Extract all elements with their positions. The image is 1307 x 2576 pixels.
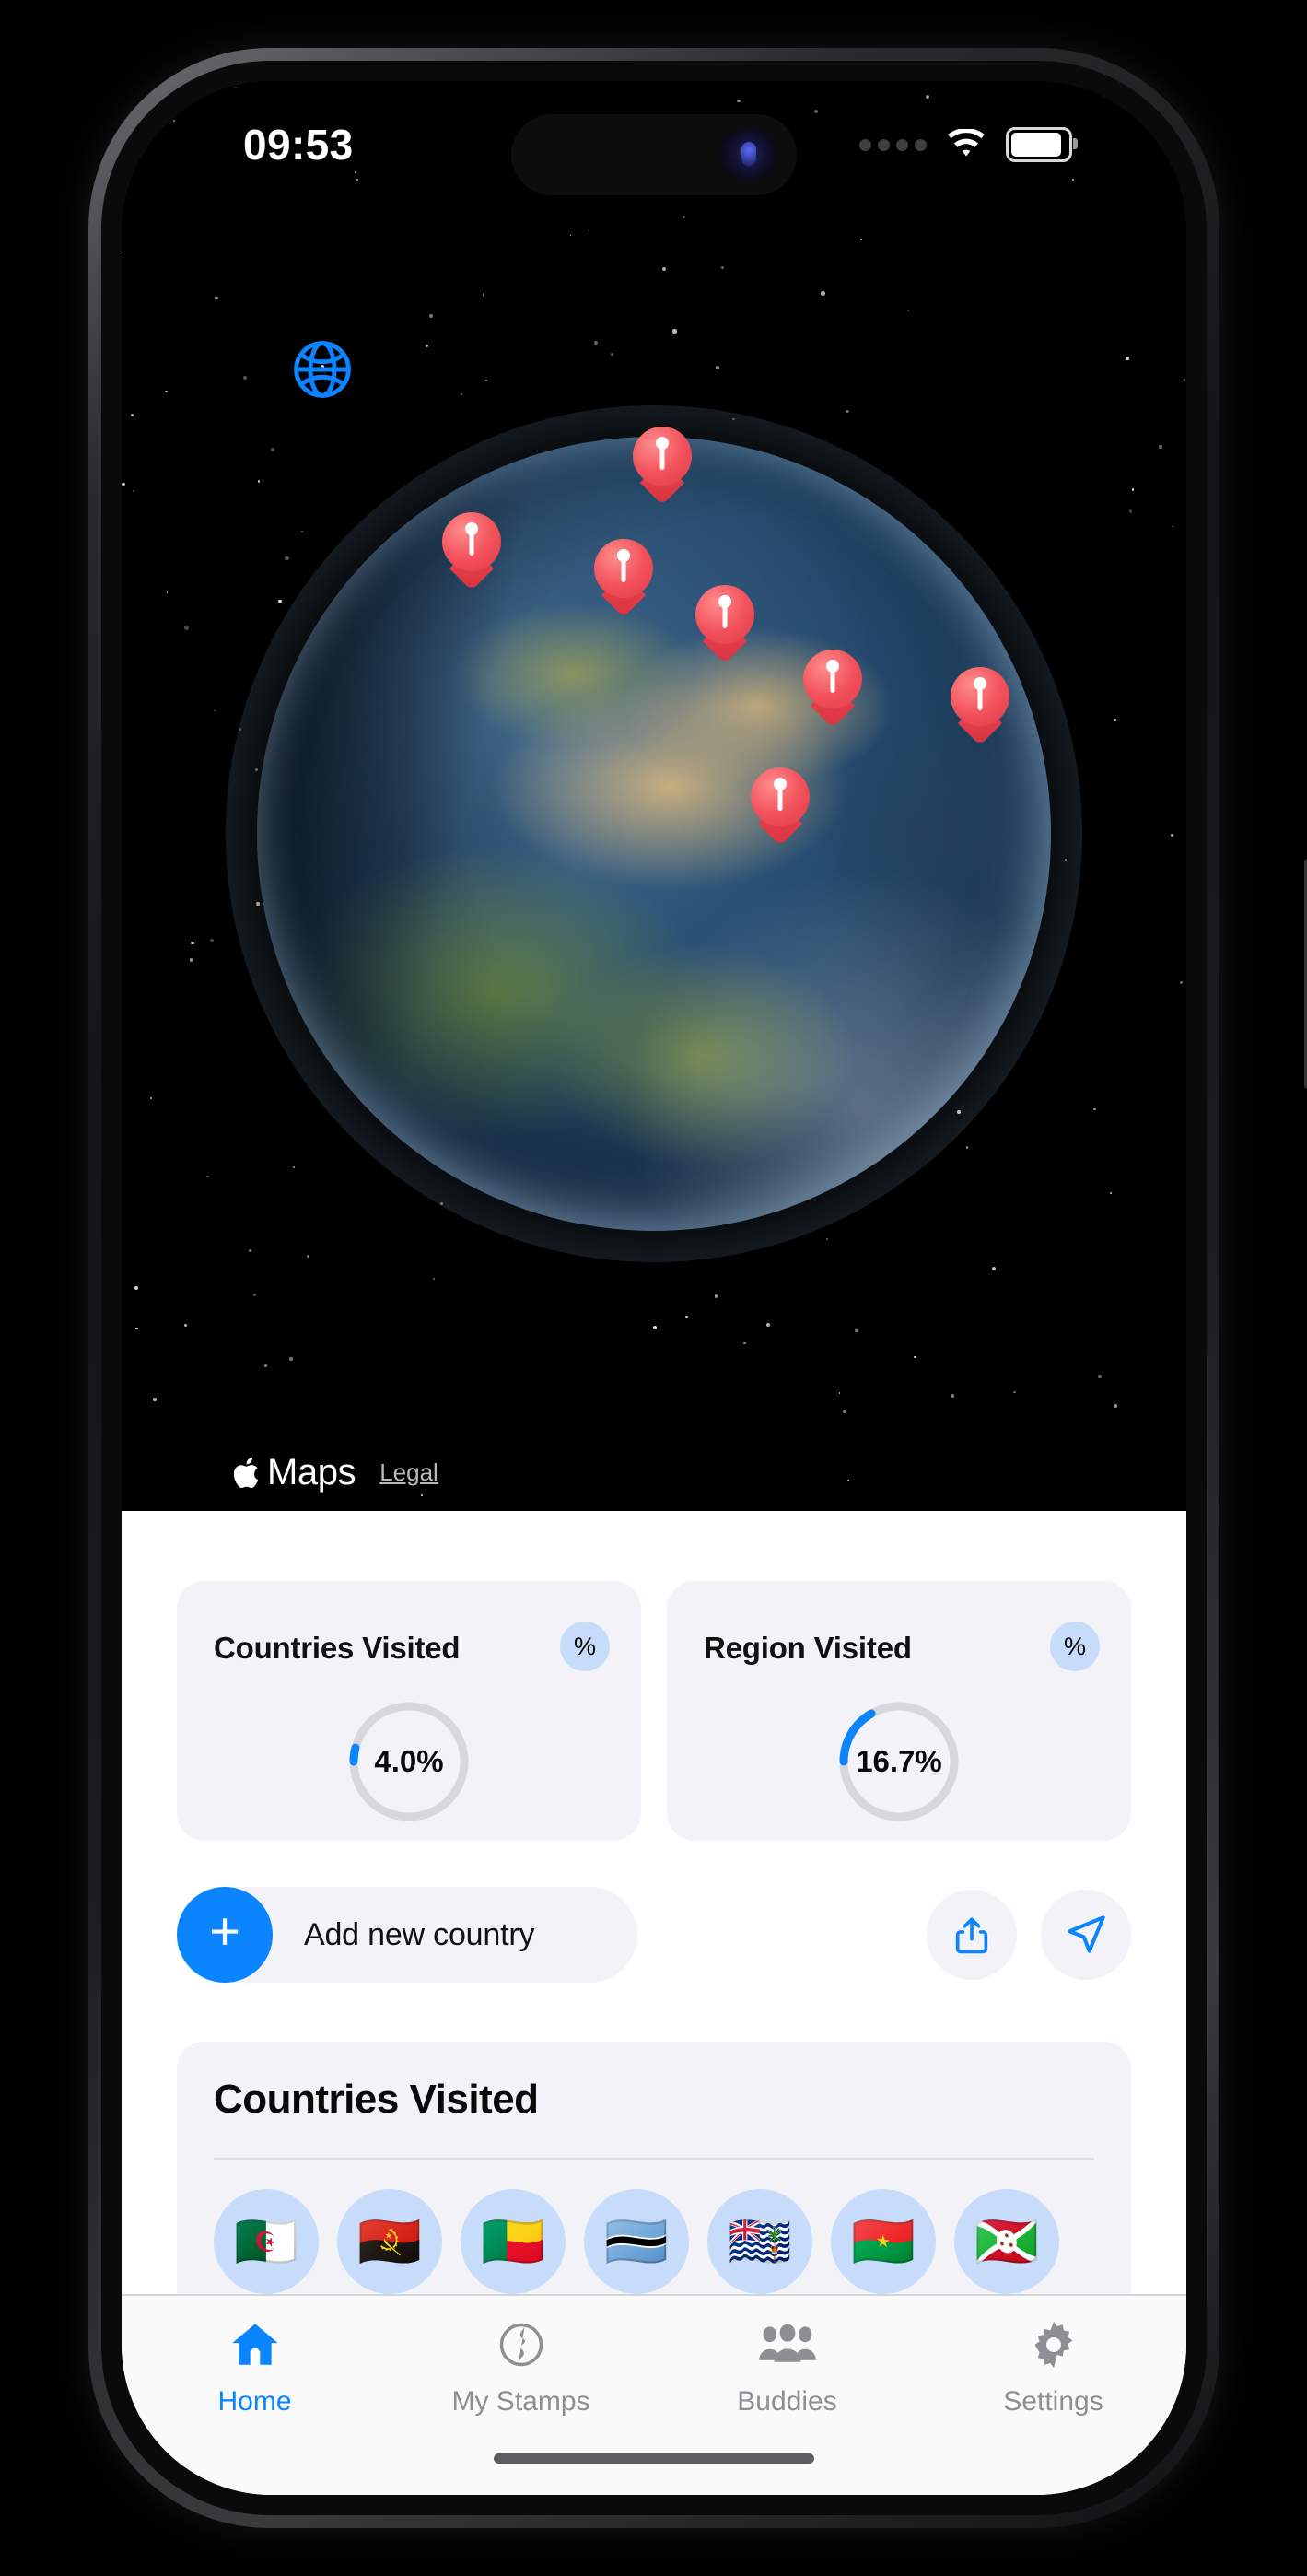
- percent-badge-icon: %: [1050, 1622, 1100, 1671]
- stats-cards: Countries Visited % 4.0% Region Visited …: [177, 1581, 1131, 1841]
- cellular-dots-icon: [859, 138, 927, 151]
- people-icon: [758, 2316, 817, 2373]
- apple-maps-logo: Maps: [232, 1452, 356, 1493]
- legal-link[interactable]: Legal: [379, 1458, 438, 1487]
- status-bar: 09:53: [122, 81, 1186, 210]
- add-new-country-button[interactable]: + Add new country: [177, 1887, 637, 1983]
- globe-icon: [496, 2316, 547, 2373]
- flag-british-indian-ocean-territory[interactable]: 🇮🇴: [707, 2189, 812, 2294]
- map-pin-icon[interactable]: [442, 512, 501, 591]
- tab-settings[interactable]: Settings: [920, 2316, 1186, 2418]
- tab-bar: Home My Stamps Buddies Settings: [122, 2294, 1186, 2495]
- gear-icon: [1027, 2316, 1080, 2373]
- status-indicators: [859, 127, 1078, 162]
- map-view[interactable]: Maps Legal: [122, 81, 1186, 1511]
- flag-angola[interactable]: 🇦🇴: [337, 2189, 442, 2294]
- tab-buddies[interactable]: Buddies: [654, 2316, 920, 2418]
- phone-screen: Maps Legal 09:53 Countries Visited % 4.0…: [122, 81, 1186, 2495]
- stat-card-regions[interactable]: Region Visited % 16.7%: [667, 1581, 1131, 1841]
- front-camera-icon: [720, 125, 777, 182]
- tab-my-stamps[interactable]: My Stamps: [388, 2316, 654, 2418]
- flag-burundi[interactable]: 🇧🇮: [954, 2189, 1059, 2294]
- status-time: 09:53: [243, 121, 354, 169]
- navigate-arrow-icon: [1068, 1915, 1105, 1953]
- content-sheet: Countries Visited % 4.0% Region Visited …: [122, 1511, 1186, 2495]
- action-row: + Add new country: [177, 1887, 1131, 1983]
- stat-value: 16.7%: [856, 1744, 942, 1778]
- house-icon: [228, 2316, 283, 2373]
- wifi-icon: [948, 129, 985, 157]
- countries-visited-title: Countries Visited: [214, 2077, 539, 2122]
- map-pin-icon[interactable]: [594, 539, 653, 618]
- map-pin-icon[interactable]: [695, 585, 754, 664]
- share-icon: [955, 1917, 988, 1954]
- globe-3d[interactable]: [226, 405, 1082, 1262]
- map-attribution: Maps Legal: [232, 1452, 438, 1493]
- section-divider: [214, 2158, 1094, 2160]
- stat-card-countries[interactable]: Countries Visited % 4.0%: [177, 1581, 641, 1841]
- map-pin-icon[interactable]: [951, 667, 1009, 746]
- tab-label: Settings: [1003, 2386, 1103, 2417]
- tab-label: My Stamps: [451, 2386, 590, 2417]
- globe-grid-icon[interactable]: [288, 335, 356, 404]
- progress-ring-regions: 16.7%: [836, 1699, 962, 1824]
- apple-logo-icon: [233, 1457, 259, 1488]
- stat-card-title: Countries Visited: [214, 1631, 461, 1665]
- stat-value: 4.0%: [374, 1744, 444, 1778]
- stat-card-title: Region Visited: [704, 1631, 912, 1665]
- plus-icon: +: [177, 1887, 273, 1983]
- map-pin-icon[interactable]: [633, 427, 692, 506]
- flag-burkina-faso[interactable]: 🇧🇫: [831, 2189, 936, 2294]
- flag-botswana[interactable]: 🇧🇼: [584, 2189, 689, 2294]
- screenshot-stage: Maps Legal 09:53 Countries Visited % 4.0…: [0, 0, 1307, 2576]
- maps-label: Maps: [267, 1452, 356, 1493]
- flag-algeria[interactable]: 🇩🇿: [214, 2189, 319, 2294]
- map-pin-icon[interactable]: [803, 650, 862, 729]
- battery-icon: [1006, 127, 1078, 162]
- add-new-country-label: Add new country: [304, 1916, 535, 1952]
- locate-button[interactable]: [1041, 1890, 1131, 1980]
- tab-label: Buddies: [737, 2386, 837, 2417]
- percent-badge-icon: %: [560, 1622, 610, 1671]
- flag-benin[interactable]: 🇧🇯: [461, 2189, 566, 2294]
- tab-label: Home: [217, 2386, 292, 2417]
- iphone-device-frame: Maps Legal 09:53 Countries Visited % 4.0…: [88, 48, 1307, 2528]
- device-bezel: Maps Legal 09:53 Countries Visited % 4.0…: [101, 61, 1207, 2515]
- map-pin-icon[interactable]: [751, 767, 810, 847]
- tab-home[interactable]: Home: [122, 2316, 388, 2418]
- share-button[interactable]: [927, 1890, 1017, 1980]
- globe-rim-light: [257, 437, 1051, 1231]
- home-indicator[interactable]: [494, 2453, 814, 2464]
- progress-ring-countries: 4.0%: [346, 1699, 472, 1824]
